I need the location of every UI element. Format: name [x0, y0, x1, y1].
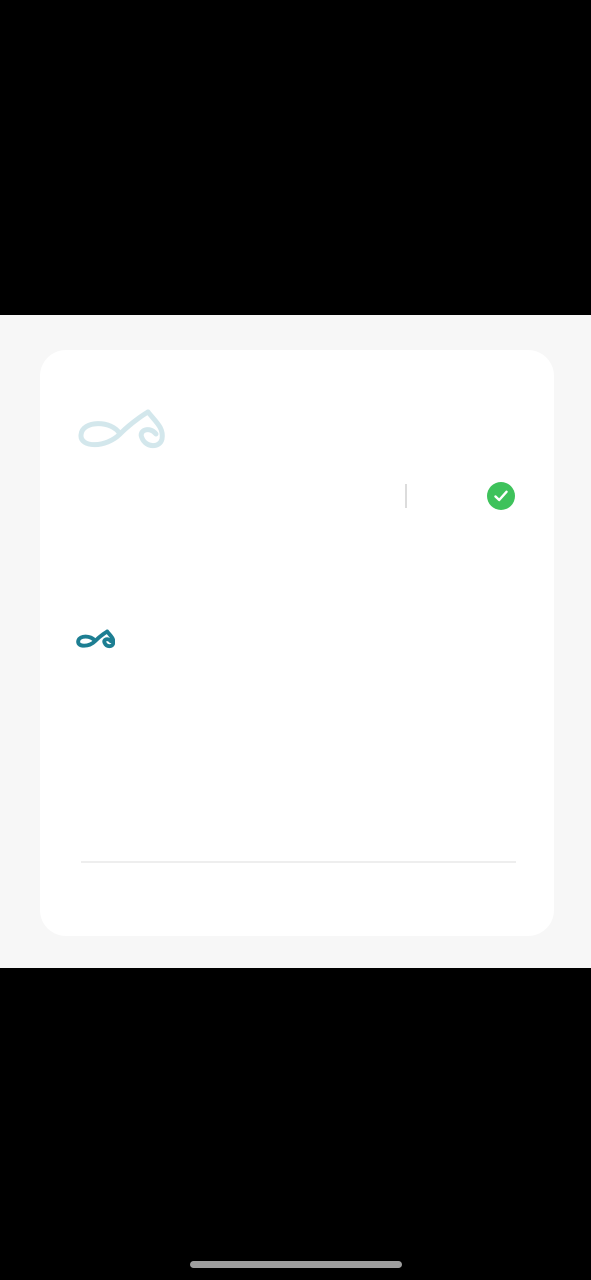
main-card	[40, 350, 554, 936]
content-area	[0, 315, 591, 968]
status-divider	[405, 484, 407, 508]
app-logo-large-icon	[76, 404, 166, 452]
app-logo-small-icon	[76, 627, 116, 650]
home-indicator[interactable]	[190, 1261, 402, 1268]
check-circle-icon	[487, 482, 515, 510]
card-divider	[81, 861, 516, 863]
screen	[0, 0, 591, 1280]
